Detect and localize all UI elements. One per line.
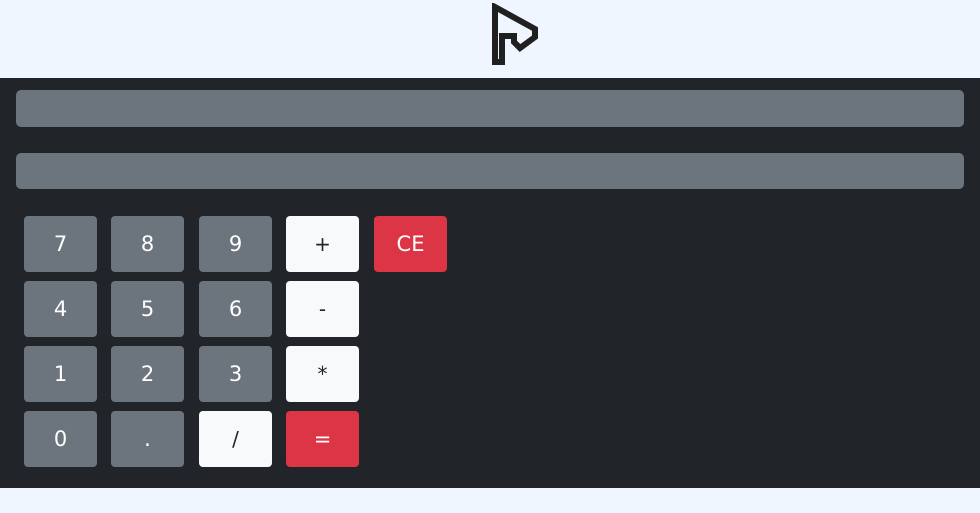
key-plus-button[interactable]: + xyxy=(286,216,359,272)
key-4-button[interactable]: 4 xyxy=(24,281,97,337)
key-2-button[interactable]: 2 xyxy=(111,346,184,402)
key-divide-button[interactable]: / xyxy=(199,411,272,467)
fp-logo-icon xyxy=(492,3,538,65)
key-3-button[interactable]: 3 xyxy=(199,346,272,402)
key-7-button[interactable]: 7 xyxy=(24,216,97,272)
clear-entry-button[interactable]: CE xyxy=(374,216,447,272)
key-0-button[interactable]: 0 xyxy=(24,411,97,467)
footer-bar xyxy=(0,488,980,513)
key-5-button[interactable]: 5 xyxy=(111,281,184,337)
key-multiply-button[interactable]: * xyxy=(286,346,359,402)
calculator-panel: 7 8 9 + CE 4 5 6 - 1 2 3 * 0 . / = xyxy=(0,78,980,488)
key-1-button[interactable]: 1 xyxy=(24,346,97,402)
expression-display xyxy=(16,90,964,127)
key-minus-button[interactable]: - xyxy=(286,281,359,337)
result-display xyxy=(16,153,964,189)
key-6-button[interactable]: 6 xyxy=(199,281,272,337)
key-9-button[interactable]: 9 xyxy=(199,216,272,272)
equals-button[interactable]: = xyxy=(286,411,359,467)
key-decimal-button[interactable]: . xyxy=(111,411,184,467)
key-8-button[interactable]: 8 xyxy=(111,216,184,272)
header-bar xyxy=(0,0,980,78)
